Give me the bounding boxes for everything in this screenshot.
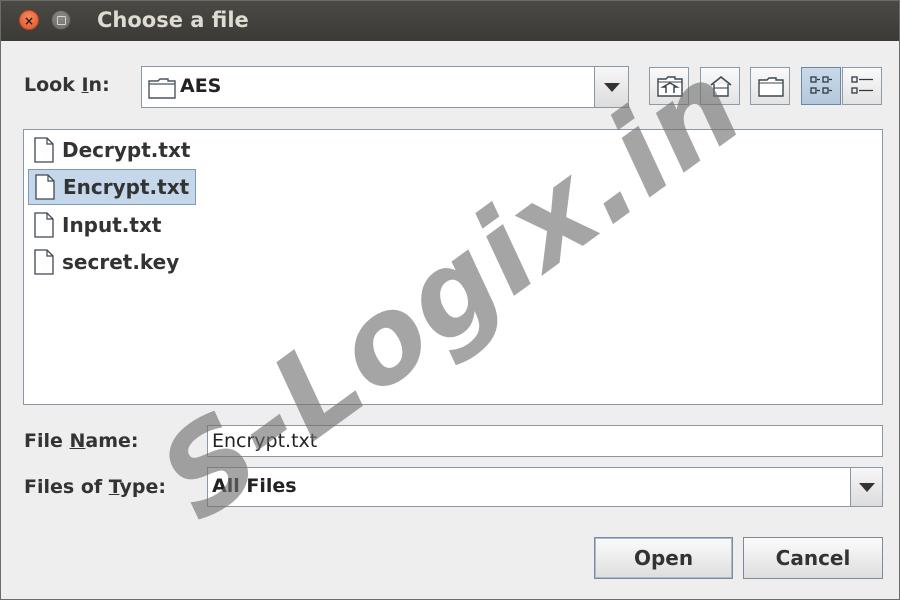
look-in-label-mnemonic: I [81,74,89,96]
close-window-button[interactable]: × [19,10,39,30]
file-name-label: File Name: [24,430,139,452]
title-bar[interactable]: × Choose a file [1,1,899,41]
look-in-value: AES [180,75,222,97]
file-item-secret-key[interactable]: secret.key [28,244,185,280]
file-type-value: All Files [212,475,297,497]
file-type-label-mnemonic: T [108,476,120,498]
cancel-button[interactable]: Cancel [743,537,883,579]
file-name-label-post: ame: [85,430,139,452]
details-view-icon [851,76,873,94]
home-button[interactable] [700,67,740,105]
file-type-dropdown-arrow[interactable] [850,468,882,506]
home-icon [710,75,732,97]
file-name-label-pre: File [24,430,70,452]
file-chooser-dialog: × Choose a file Look In: AES Decrypt.txt… [0,0,900,600]
open-button[interactable]: Open [594,537,733,579]
look-in-combo[interactable]: AES [141,66,629,108]
file-type-label: Files of Type: [24,476,166,498]
file-icon [34,137,54,163]
file-name-label: Input.txt [62,213,162,237]
look-in-label-post: n: [88,74,110,96]
file-item-encrypt[interactable]: Encrypt.txt [28,169,197,205]
up-one-level-button[interactable] [649,67,689,105]
window-title: Choose a file [97,8,249,32]
look-in-label: Look In: [24,74,110,96]
file-name-label-mnemonic: N [69,430,86,452]
folder-icon [148,78,176,99]
file-item-input[interactable]: Input.txt [28,207,167,243]
list-view-button[interactable] [801,67,841,105]
new-folder-icon [758,77,784,97]
file-list[interactable]: Decrypt.txt Encrypt.txt Input.txt secret… [23,129,883,405]
details-view-button[interactable] [842,67,882,105]
file-icon [34,212,54,238]
file-type-combo[interactable]: All Files [207,467,883,507]
file-name-label: secret.key [62,250,180,274]
file-name-label: Encrypt.txt [63,175,190,199]
folder-up-icon [657,76,683,97]
file-type-label-post: ype: [119,476,166,498]
look-in-dropdown-arrow[interactable] [594,67,628,107]
look-in-label-pre: Look [24,74,82,96]
file-item-decrypt[interactable]: Decrypt.txt [28,132,196,168]
close-icon: × [23,14,35,28]
file-name-input[interactable] [207,425,883,457]
new-folder-button[interactable] [750,67,790,105]
list-view-icon [810,76,832,94]
file-icon [35,174,55,200]
minimize-window-button[interactable] [51,10,71,30]
file-type-label-pre: Files of [24,476,109,498]
file-icon [34,249,54,275]
file-name-label: Decrypt.txt [62,138,191,162]
